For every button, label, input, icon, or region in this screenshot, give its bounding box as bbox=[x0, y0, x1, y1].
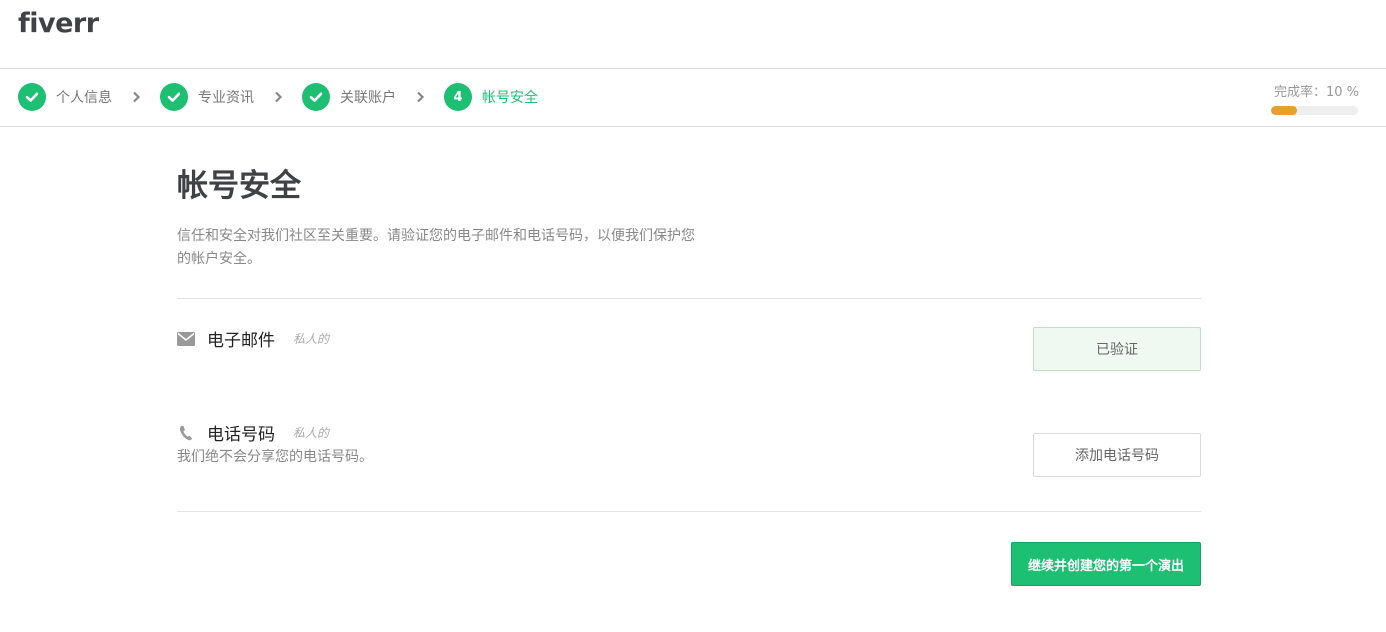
page-title: 帐号安全 bbox=[177, 168, 301, 204]
completion-label: 完成率：10 % bbox=[1273, 85, 1359, 100]
footer-actions: 继续并创建您的第一个演出 bbox=[177, 512, 1201, 612]
step-label: 关联账户 bbox=[340, 90, 396, 106]
check-icon bbox=[18, 83, 46, 111]
email-row: 电子邮件 私人的 已验证 bbox=[177, 299, 1201, 405]
progress-bar bbox=[1271, 106, 1358, 115]
chevron-right-icon bbox=[268, 91, 288, 103]
main-content: 帐号安全 信任和安全对我们社区至关重要。请验证您的电子邮件和电话号码，以便我们保… bbox=[177, 127, 1201, 612]
check-icon bbox=[160, 83, 188, 111]
continue-button[interactable]: 继续并创建您的第一个演出 bbox=[1011, 542, 1201, 586]
steps-nav: 个人信息 专业资讯 关联账户 4 帐号安全 bbox=[18, 83, 538, 111]
step-label: 个人信息 bbox=[56, 90, 112, 106]
step-label: 帐号安全 bbox=[482, 90, 538, 106]
add-phone-button[interactable]: 添加电话号码 bbox=[1033, 433, 1201, 477]
phone-privacy-note: 我们绝不会分享您的电话号码。 bbox=[177, 449, 373, 465]
email-label: 电子邮件 bbox=[207, 331, 275, 351]
phone-row: 电话号码 私人的 我们绝不会分享您的电话号码。 添加电话号码 bbox=[177, 405, 1201, 511]
phone-field-header: 电话号码 私人的 bbox=[177, 420, 329, 445]
step-linked-accounts[interactable]: 关联账户 bbox=[302, 83, 396, 111]
verified-button[interactable]: 已验证 bbox=[1033, 327, 1201, 371]
private-tag: 私人的 bbox=[293, 332, 330, 346]
step-number: 4 bbox=[444, 83, 472, 111]
phone-icon bbox=[177, 424, 195, 442]
envelope-icon bbox=[177, 330, 195, 348]
email-field-header: 电子邮件 私人的 bbox=[177, 326, 329, 351]
step-personal-info[interactable]: 个人信息 bbox=[18, 83, 112, 111]
chevron-right-icon bbox=[126, 91, 146, 103]
steps-bar: 个人信息 专业资讯 关联账户 4 帐号安全 完成率：10 % bbox=[0, 69, 1386, 127]
step-label: 专业资讯 bbox=[198, 90, 254, 106]
phone-label: 电话号码 bbox=[207, 425, 275, 445]
check-icon bbox=[302, 83, 330, 111]
page-description: 信任和安全对我们社区至关重要。请验证您的电子邮件和电话号码，以便我们保护您的帐户… bbox=[177, 228, 695, 267]
fiverr-logo[interactable]: fiverr bbox=[18, 8, 99, 39]
step-professional-info[interactable]: 专业资讯 bbox=[160, 83, 254, 111]
chevron-right-icon bbox=[410, 91, 430, 103]
progress-fill bbox=[1271, 106, 1298, 115]
private-tag: 私人的 bbox=[293, 426, 330, 440]
top-bar: fiverr bbox=[0, 0, 1386, 69]
completion-progress: 完成率：10 % bbox=[1271, 81, 1359, 115]
step-account-security[interactable]: 4 帐号安全 bbox=[444, 83, 538, 111]
